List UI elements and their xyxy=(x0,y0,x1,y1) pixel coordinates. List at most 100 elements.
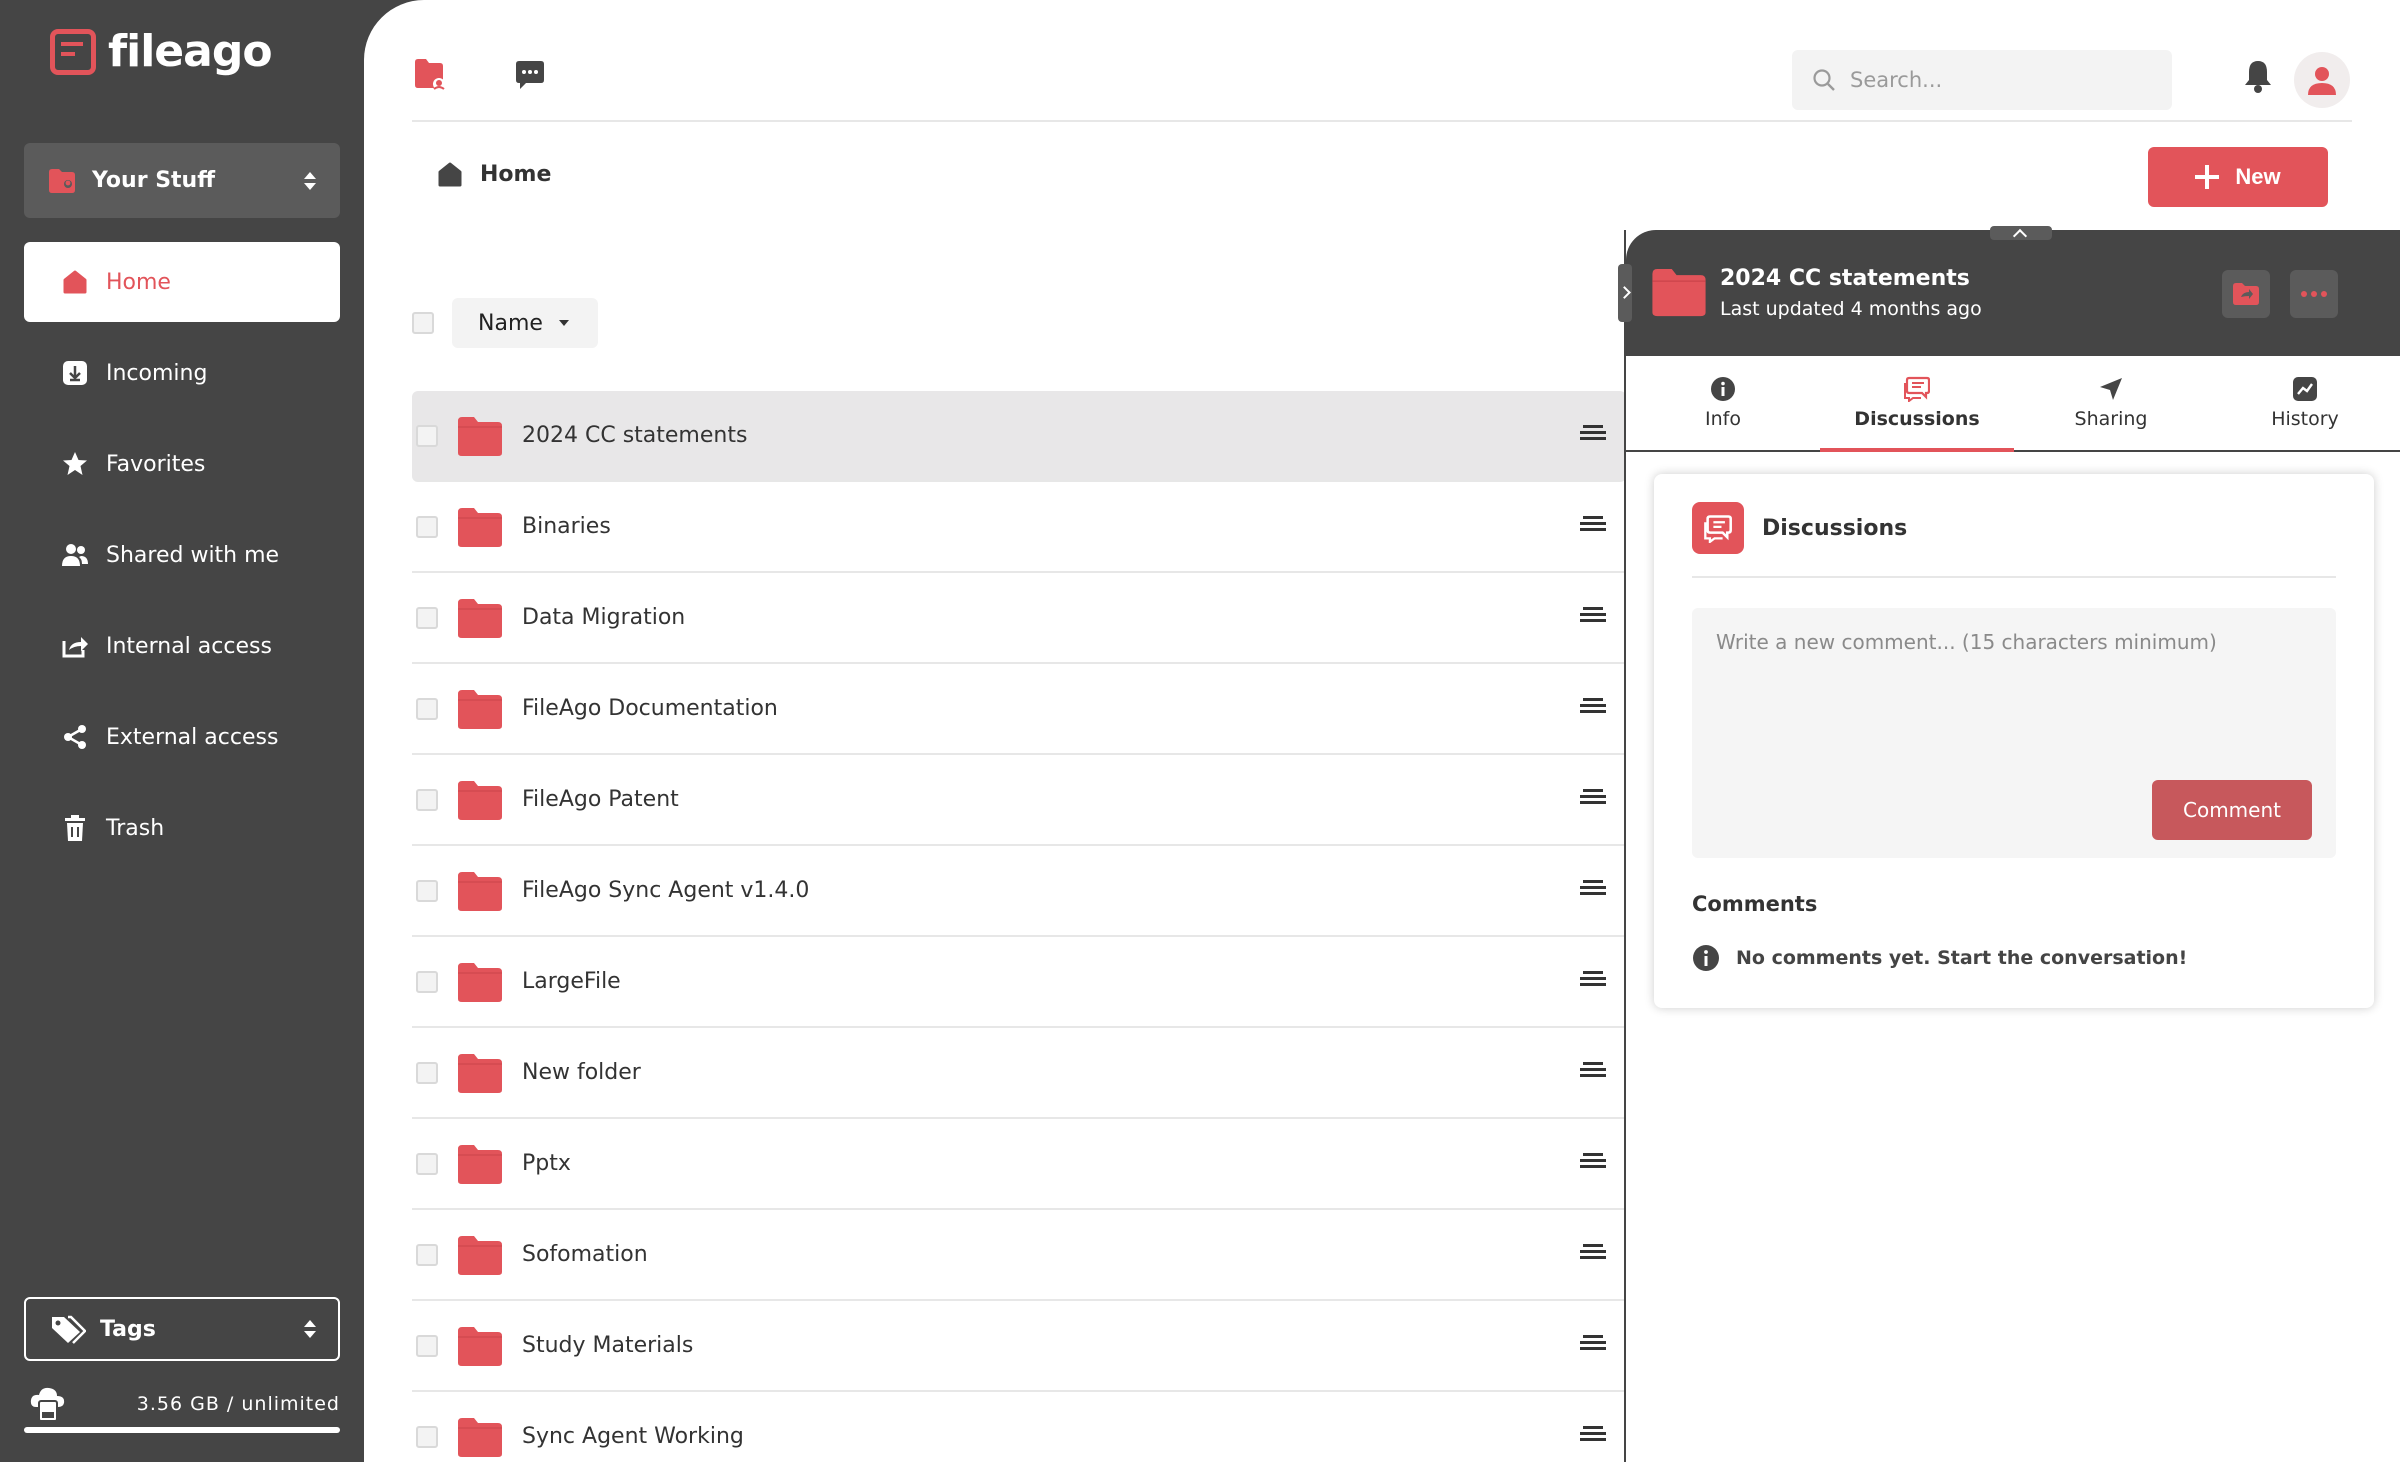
user-avatar[interactable] xyxy=(2294,52,2350,108)
folder-name[interactable]: Binaries xyxy=(522,514,611,539)
table-row[interactable]: Binaries xyxy=(412,482,1626,573)
folder-icon xyxy=(456,1325,504,1367)
sidebar-item-favorites[interactable]: Favorites xyxy=(24,424,340,504)
bell-icon[interactable] xyxy=(2242,58,2274,94)
menu-icon[interactable] xyxy=(1580,1335,1606,1353)
tab-info[interactable]: Info xyxy=(1626,356,1820,450)
comments-icon xyxy=(1904,376,1930,402)
folder-icon xyxy=(456,415,504,457)
folder-icon xyxy=(456,961,504,1003)
menu-icon[interactable] xyxy=(1580,1244,1606,1262)
row-checkbox[interactable] xyxy=(416,1152,438,1175)
folder-name[interactable]: Study Materials xyxy=(522,1333,693,1358)
folder-name[interactable]: New folder xyxy=(522,1060,641,1085)
sidebar-item-trash[interactable]: Trash xyxy=(24,788,340,868)
folder-name[interactable]: LargeFile xyxy=(522,969,621,994)
menu-icon[interactable] xyxy=(1580,1153,1606,1171)
table-row[interactable]: Study Materials xyxy=(412,1301,1626,1392)
folder-name[interactable]: FileAgo Sync Agent v1.4.0 xyxy=(522,878,809,903)
users-icon xyxy=(60,540,90,570)
sort-by-name-button[interactable]: Name xyxy=(452,298,598,348)
menu-icon[interactable] xyxy=(1580,880,1606,898)
folder-name[interactable]: Pptx xyxy=(522,1151,571,1176)
tags-selector[interactable]: Tags xyxy=(24,1297,340,1361)
sidebar-item-home[interactable]: Home xyxy=(24,242,340,322)
sidebar-item-shared-with-me[interactable]: Shared with me xyxy=(24,515,340,595)
menu-icon[interactable] xyxy=(1580,607,1606,625)
sidebar-item-label: Home xyxy=(106,269,171,295)
logo-icon xyxy=(50,28,96,75)
updown-icon xyxy=(304,1320,316,1338)
app-logo[interactable]: fileago xyxy=(50,26,273,77)
menu-icon[interactable] xyxy=(1580,1426,1606,1444)
table-row[interactable]: New folder xyxy=(412,1028,1626,1119)
folder-icon xyxy=(456,506,504,548)
comment-button[interactable]: Comment xyxy=(2152,780,2312,840)
folder-name[interactable]: Sync Agent Working xyxy=(522,1424,744,1449)
collapse-side-handle[interactable] xyxy=(1618,264,1632,322)
sidebar-item-incoming[interactable]: Incoming xyxy=(24,333,340,413)
row-checkbox[interactable] xyxy=(416,1243,438,1266)
collapse-up-handle[interactable] xyxy=(1990,226,2052,240)
breadcrumb[interactable]: Home xyxy=(436,160,551,188)
move-folder-button[interactable] xyxy=(2222,270,2270,318)
tab-discussions[interactable]: Discussions xyxy=(1820,356,2014,452)
folder-name[interactable]: FileAgo Patent xyxy=(522,787,679,812)
folder-name[interactable]: Sofomation xyxy=(522,1242,648,1267)
tab-history[interactable]: History xyxy=(2208,356,2400,450)
menu-icon[interactable] xyxy=(1580,516,1606,534)
row-checkbox[interactable] xyxy=(416,424,438,447)
storage-bar xyxy=(24,1427,340,1433)
sidebar-item-label: Incoming xyxy=(106,360,208,386)
sidebar-item-internal-access[interactable]: Internal access xyxy=(24,606,340,686)
discussions-header: Discussions xyxy=(1692,502,2336,578)
search-box[interactable] xyxy=(1792,50,2172,110)
table-row[interactable]: FileAgo Documentation xyxy=(412,664,1626,755)
breadcrumb-label: Home xyxy=(480,161,552,187)
menu-icon[interactable] xyxy=(1580,971,1606,989)
menu-icon[interactable] xyxy=(1580,698,1606,716)
chart-line-icon xyxy=(2293,377,2317,401)
table-row[interactable]: LargeFile xyxy=(412,937,1626,1028)
updown-icon xyxy=(304,171,316,190)
menu-icon[interactable] xyxy=(1580,425,1606,443)
sidebar-item-external-access[interactable]: External access xyxy=(24,697,340,777)
row-checkbox[interactable] xyxy=(416,515,438,538)
row-checkbox[interactable] xyxy=(416,606,438,629)
select-all-checkbox[interactable] xyxy=(412,312,434,334)
sidebar-item-label: Shared with me xyxy=(106,542,280,568)
files-icon[interactable] xyxy=(412,56,448,92)
table-row[interactable]: Sync Agent Working xyxy=(412,1392,1626,1462)
row-checkbox[interactable] xyxy=(416,970,438,993)
panel-header: 2024 CC statements Last updated 4 months… xyxy=(1618,226,2400,356)
tab-label: Discussions xyxy=(1854,408,1980,430)
menu-icon[interactable] xyxy=(1580,789,1606,807)
new-button[interactable]: New xyxy=(2148,147,2328,207)
table-row[interactable]: FileAgo Sync Agent v1.4.0 xyxy=(412,846,1626,937)
folder-name[interactable]: FileAgo Documentation xyxy=(522,696,778,721)
table-row[interactable]: 2024 CC statements xyxy=(412,391,1626,482)
row-checkbox[interactable] xyxy=(416,1061,438,1084)
table-row[interactable]: Data Migration xyxy=(412,573,1626,664)
row-checkbox[interactable] xyxy=(416,1425,438,1448)
row-checkbox[interactable] xyxy=(416,788,438,811)
folder-name[interactable]: 2024 CC statements xyxy=(522,423,747,448)
sidebar-item-label: External access xyxy=(106,724,279,750)
table-row[interactable]: FileAgo Patent xyxy=(412,755,1626,846)
menu-icon[interactable] xyxy=(1580,1062,1606,1080)
more-options-button[interactable] xyxy=(2290,270,2338,318)
row-checkbox[interactable] xyxy=(416,1334,438,1357)
user-avatar-icon xyxy=(2308,67,2336,95)
discussions-card: Discussions Comment Comments No comments… xyxy=(1654,474,2374,1008)
chat-icon[interactable] xyxy=(512,58,548,94)
row-checkbox[interactable] xyxy=(416,697,438,720)
plus-icon xyxy=(2195,165,2220,189)
folder-name[interactable]: Data Migration xyxy=(522,605,685,630)
search-input[interactable] xyxy=(1850,68,2150,92)
row-checkbox[interactable] xyxy=(416,879,438,902)
tab-sharing[interactable]: Sharing xyxy=(2014,356,2208,450)
table-row[interactable]: Sofomation xyxy=(412,1210,1626,1301)
table-row[interactable]: Pptx xyxy=(412,1119,1626,1210)
space-selector[interactable]: Your Stuff xyxy=(24,143,340,218)
download-icon xyxy=(60,358,90,388)
